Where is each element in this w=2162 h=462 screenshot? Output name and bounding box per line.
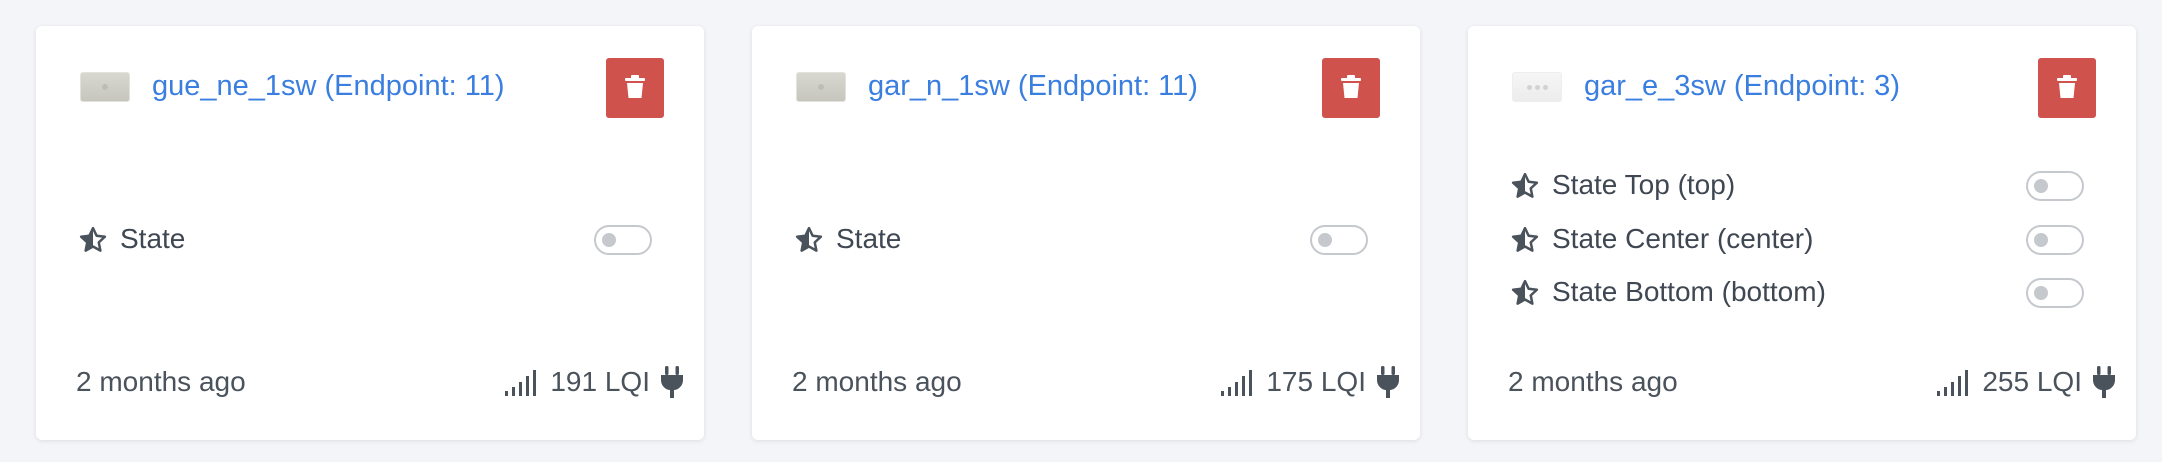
trash-icon bbox=[2057, 75, 2077, 98]
state-row-center: State Center (center) bbox=[1510, 220, 2084, 260]
lqi-value: 191 LQI bbox=[550, 366, 650, 397]
state-label: State Bottom (bottom) bbox=[1552, 276, 1826, 307]
signal-icon bbox=[505, 370, 537, 396]
plug-icon bbox=[2093, 366, 2115, 398]
lqi-value: 175 LQI bbox=[1266, 366, 1366, 397]
last-seen: 2 months ago bbox=[1508, 366, 1678, 397]
state-row-top: State Top (top) bbox=[1510, 166, 2084, 206]
state-toggle[interactable] bbox=[2026, 278, 2084, 308]
signal-icon bbox=[1221, 370, 1253, 396]
state-row: State bbox=[794, 220, 1368, 260]
device-card: gar_n_1sw (Endpoint: 11) State 2 months … bbox=[752, 26, 1420, 440]
signal-icon bbox=[1937, 370, 1969, 396]
star-icon bbox=[1511, 226, 1539, 252]
star-icon bbox=[79, 226, 107, 252]
trash-icon bbox=[625, 75, 645, 98]
lqi-value: 255 LQI bbox=[1982, 366, 2082, 397]
state-label: State bbox=[836, 223, 902, 254]
last-seen: 2 months ago bbox=[76, 366, 246, 397]
star-icon bbox=[795, 226, 823, 252]
link-quality: 191 LQI bbox=[504, 364, 684, 400]
state-toggle[interactable] bbox=[2026, 225, 2084, 255]
state-label: State Top (top) bbox=[1552, 169, 1736, 200]
trash-icon bbox=[1341, 75, 1361, 98]
star-icon bbox=[1511, 279, 1539, 305]
device-card: gar_e_3sw (Endpoint: 3) State Top (top) … bbox=[1468, 26, 2136, 440]
state-label: State Center (center) bbox=[1552, 223, 1814, 254]
plug-icon bbox=[661, 366, 683, 398]
state-toggle[interactable] bbox=[2026, 171, 2084, 201]
device-title-link[interactable]: gar_n_1sw (Endpoint: 11) bbox=[868, 70, 1198, 103]
state-row: State bbox=[78, 220, 652, 260]
state-toggle[interactable] bbox=[1310, 225, 1368, 255]
state-label: State bbox=[120, 223, 186, 254]
delete-button[interactable] bbox=[2038, 58, 2096, 118]
delete-button[interactable] bbox=[1322, 58, 1380, 118]
state-toggle[interactable] bbox=[594, 225, 652, 255]
device-title-link[interactable]: gar_e_3sw (Endpoint: 3) bbox=[1584, 70, 1900, 103]
last-seen: 2 months ago bbox=[792, 366, 962, 397]
device-thumbnail bbox=[796, 72, 846, 102]
delete-button[interactable] bbox=[606, 58, 664, 118]
star-icon bbox=[1511, 172, 1539, 198]
plug-icon bbox=[1377, 366, 1399, 398]
device-thumbnail bbox=[80, 72, 130, 102]
link-quality: 175 LQI bbox=[1220, 364, 1400, 400]
device-thumbnail bbox=[1512, 72, 1562, 102]
device-title-link[interactable]: gue_ne_1sw (Endpoint: 11) bbox=[152, 70, 505, 103]
state-row-bottom: State Bottom (bottom) bbox=[1510, 273, 2084, 313]
link-quality: 255 LQI bbox=[1936, 364, 2116, 400]
device-card: gue_ne_1sw (Endpoint: 11) State 2 months… bbox=[36, 26, 704, 440]
